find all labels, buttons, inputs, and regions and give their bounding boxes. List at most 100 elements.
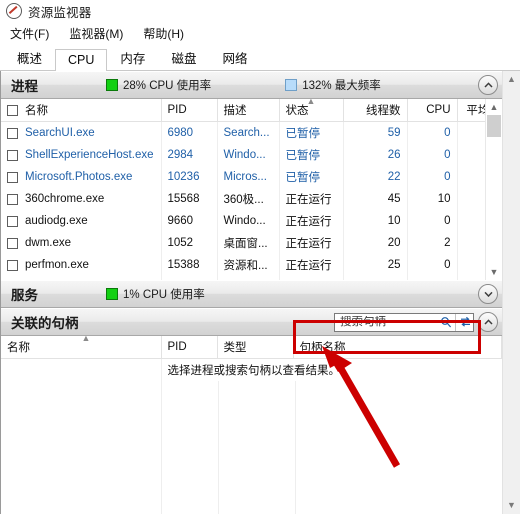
processes-max-frequency-label: 132% 最大频率: [302, 80, 381, 92]
green-swatch-icon: [106, 288, 118, 300]
handle-search-box[interactable]: [334, 312, 475, 332]
processes-col-name[interactable]: 名称: [1, 99, 162, 122]
process-name-label: dwm.exe: [25, 237, 72, 249]
handles-table-body: 选择进程或搜索句柄以查看结果。: [1, 358, 502, 381]
services-title: 服务: [11, 288, 38, 303]
search-icon[interactable]: [436, 314, 455, 331]
process-name-label: audiodg.exe: [25, 215, 88, 227]
scroll-down-arrow-icon[interactable]: ▼: [486, 264, 502, 280]
process-desc-cell: Search...: [217, 121, 280, 144]
process-pid-cell: 1052: [161, 232, 218, 254]
process-status-cell: 正在运行: [279, 210, 344, 232]
process-name-cell: Microsoft.Photos.exe: [1, 166, 162, 188]
processes-section-header[interactable]: 进程 28% CPU 使用率 132% 最大频率: [1, 71, 502, 99]
process-cpu-cell: 0: [407, 254, 458, 276]
table-row[interactable]: dwm.exe 1052 桌面窗... 正在运行 20 2 0.44: [1, 232, 485, 254]
table-row[interactable]: audiodg.exe 9660 Windo... 正在运行 10 0 0.50: [1, 210, 485, 232]
menu-item-monitor[interactable]: 监视器(M): [67, 24, 131, 43]
window-scrollbar[interactable]: ▲ ▼: [502, 71, 520, 514]
resource-monitor-icon: [6, 3, 22, 19]
processes-col-avg-cpu[interactable]: 平均 C...: [457, 99, 485, 122]
main-body: 进程 28% CPU 使用率 132% 最大频率 名称 PID 描述 ▲ 状态 …: [0, 71, 520, 514]
processes-col-name-label: 名称: [25, 105, 48, 117]
chevron-up-icon: [483, 82, 493, 88]
table-row[interactable]: Microsoft.Photos.exe 10236 Micros... 已暂停…: [1, 166, 485, 188]
row-checkbox[interactable]: [7, 149, 18, 161]
handles-col-type[interactable]: 类型: [217, 336, 294, 359]
process-cpu-cell: 0: [407, 210, 458, 232]
process-desc-cell: Micros...: [217, 166, 280, 188]
scroll-up-arrow-icon[interactable]: ▲: [486, 99, 502, 115]
processes-col-description[interactable]: 描述: [217, 99, 280, 122]
services-section-header[interactable]: 服务 1% CPU 使用率: [1, 280, 502, 308]
processes-header-row: 名称 PID 描述 ▲ 状态 线程数 CPU 平: [1, 99, 485, 122]
refresh-icon[interactable]: [455, 313, 475, 331]
process-avgcpu-cell: 0.50: [457, 210, 485, 232]
services-cpu-usage-label: 1% CPU 使用率: [123, 289, 205, 301]
row-checkbox[interactable]: [7, 127, 18, 139]
process-threads-cell: 45: [343, 188, 408, 210]
search-input[interactable]: [340, 316, 436, 328]
process-avgcpu-cell: 0.00: [457, 121, 485, 144]
process-desc-cell: 桌面窗...: [217, 232, 280, 254]
handles-col-handle-name[interactable]: 句柄名称: [293, 336, 502, 359]
processes-cpu-usage-label: 28% CPU 使用率: [123, 80, 212, 92]
process-name-label: 360chrome.exe: [25, 193, 105, 205]
processes-cpu-usage-stat: 28% CPU 使用率: [106, 77, 211, 93]
tab-memory[interactable]: 内存: [107, 44, 158, 71]
process-cpu-cell: 2: [407, 232, 458, 254]
processes-col-threads[interactable]: 线程数: [343, 99, 408, 122]
handles-empty-row: 选择进程或搜索句柄以查看结果。: [1, 358, 502, 381]
window-scroll-up-arrow-icon[interactable]: ▲: [503, 71, 520, 88]
handles-empty-area: [1, 381, 502, 514]
processes-col-pid[interactable]: PID: [161, 99, 218, 122]
sort-ascending-icon: ▲: [306, 99, 316, 106]
row-checkbox[interactable]: [7, 193, 18, 205]
process-status-cell: 已暂停: [279, 121, 344, 144]
process-status-cell: 已暂停: [279, 166, 344, 188]
process-pid-cell: 15568: [161, 188, 218, 210]
tab-network[interactable]: 网络: [209, 44, 260, 71]
handles-col-divider-1: [1, 381, 162, 514]
handles-table-area: ▲ 名称 PID 类型 句柄名称 选择进程或搜索句柄以查看结果。: [1, 336, 502, 514]
table-row[interactable]: SearchUI.exe 6980 Search... 已暂停 59 0 0.0…: [1, 121, 485, 144]
table-row[interactable]: ShellExperienceHost.exe 2984 Windo... 已暂…: [1, 144, 485, 166]
process-desc-cell: Windo...: [217, 210, 280, 232]
handles-col-pid[interactable]: PID: [161, 336, 218, 359]
row-checkbox[interactable]: [7, 237, 18, 249]
tab-cpu[interactable]: CPU: [55, 49, 108, 71]
process-status-cell: 正在运行: [279, 232, 344, 254]
services-expand-button[interactable]: [478, 284, 498, 304]
handles-col-name[interactable]: ▲ 名称: [1, 336, 162, 359]
table-row[interactable]: 360chrome.exe 15568 360极... 正在运行 45 10 1…: [1, 188, 485, 210]
process-threads-cell: 20: [343, 232, 408, 254]
scrollbar-thumb[interactable]: [487, 115, 501, 137]
window-scroll-down-arrow-icon[interactable]: ▼: [503, 497, 520, 514]
menu-item-help[interactable]: 帮助(H): [141, 24, 192, 43]
tab-disk[interactable]: 磁盘: [158, 44, 209, 71]
process-name-cell: SearchUI.exe: [1, 121, 162, 144]
process-pid-cell: 2984: [161, 144, 218, 166]
menu-item-file[interactable]: 文件(F): [8, 24, 57, 43]
process-name-cell: ShellExperienceHost.exe: [1, 144, 162, 166]
processes-col-status[interactable]: ▲ 状态: [279, 99, 344, 122]
resource-monitor-window: 资源监视器 文件(F) 监视器(M) 帮助(H) 概述 CPU 内存 磁盘 网络…: [0, 0, 520, 514]
process-status-cell: 已暂停: [279, 144, 344, 166]
handles-collapse-button[interactable]: [478, 312, 498, 332]
table-row[interactable]: perfmon.exe 15388 资源和... 正在运行 25 0 0.42: [1, 254, 485, 276]
process-status-cell: 正在运行: [279, 254, 344, 276]
processes-table-scrollbar[interactable]: ▲ ▼: [485, 99, 502, 280]
process-name-cell: 360chrome.exe: [1, 188, 162, 210]
row-checkbox[interactable]: [7, 171, 18, 183]
processes-collapse-button[interactable]: [478, 75, 498, 95]
select-all-checkbox[interactable]: [7, 104, 18, 116]
row-checkbox[interactable]: [7, 259, 18, 271]
tab-strip: 概述 CPU 内存 磁盘 网络: [0, 44, 520, 71]
row-checkbox[interactable]: [7, 215, 18, 227]
processes-col-cpu[interactable]: CPU: [407, 99, 458, 122]
process-desc-cell: 资源和...: [217, 254, 280, 276]
tab-overview[interactable]: 概述: [4, 44, 55, 71]
process-cpu-cell: 10: [407, 188, 458, 210]
handles-section-header[interactable]: 关联的句柄: [1, 308, 502, 336]
processes-title: 进程: [11, 79, 38, 94]
